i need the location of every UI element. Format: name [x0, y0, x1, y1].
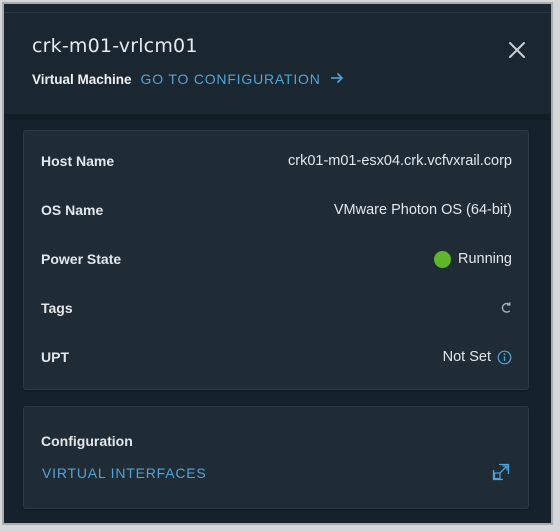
info-icon[interactable] — [497, 350, 512, 365]
tags-value[interactable] — [500, 301, 512, 315]
configuration-card: Configuration VIRTUAL INTERFACES — [23, 406, 529, 509]
upt-value-text: Not Set — [442, 349, 491, 365]
power-state-value: Running — [433, 250, 512, 268]
os-name-value: VMware Photon OS (64-bit) — [333, 202, 512, 218]
configuration-title: Configuration — [41, 433, 133, 449]
panel-subtitle: Virtual Machine GO TO CONFIGURATION — [32, 71, 344, 87]
close-button[interactable] — [504, 37, 530, 63]
detail-label: Power State — [41, 251, 122, 267]
details-card: Host Name crk01-m01-esx04.crk.vcfvxrail.… — [23, 130, 529, 390]
power-state-text: Running — [457, 251, 512, 267]
close-icon — [509, 42, 525, 58]
go-to-configuration-link[interactable]: GO TO CONFIGURATION — [141, 71, 344, 87]
host-name-value: crk01-m01-esx04.crk.vcfvxrail.corp — [288, 153, 512, 169]
detail-row-host-name: Host Name crk01-m01-esx04.crk.vcfvxrail.… — [41, 149, 512, 173]
panel-title: crk-m01-vrlcm01 — [32, 35, 198, 57]
detail-row-os-name: OS Name VMware Photon OS (64-bit) — [41, 198, 512, 222]
detail-row-tags: Tags — [41, 296, 512, 320]
detail-label: Tags — [41, 300, 73, 316]
detail-label: UPT — [41, 349, 69, 365]
arrow-right-icon — [330, 71, 344, 87]
detail-label: Host Name — [41, 153, 115, 169]
detail-row-power-state: Power State Running — [41, 247, 512, 271]
virtual-interfaces-link[interactable]: VIRTUAL INTERFACES — [42, 465, 207, 481]
refresh-icon[interactable] — [500, 301, 512, 315]
panel-header: crk-m01-vrlcm01 Virtual Machine GO TO CO… — [4, 13, 551, 113]
open-in-panel-icon[interactable] — [491, 462, 511, 482]
go-to-configuration-label: GO TO CONFIGURATION — [140, 71, 321, 87]
detail-row-upt: UPT Not Set — [41, 345, 512, 369]
upt-value: Not Set — [443, 349, 512, 365]
object-type-label: Virtual Machine — [32, 71, 132, 87]
detail-label: OS Name — [41, 202, 104, 218]
vm-detail-panel: crk-m01-vrlcm01 Virtual Machine GO TO CO… — [2, 2, 553, 525]
status-running-icon — [433, 250, 451, 268]
